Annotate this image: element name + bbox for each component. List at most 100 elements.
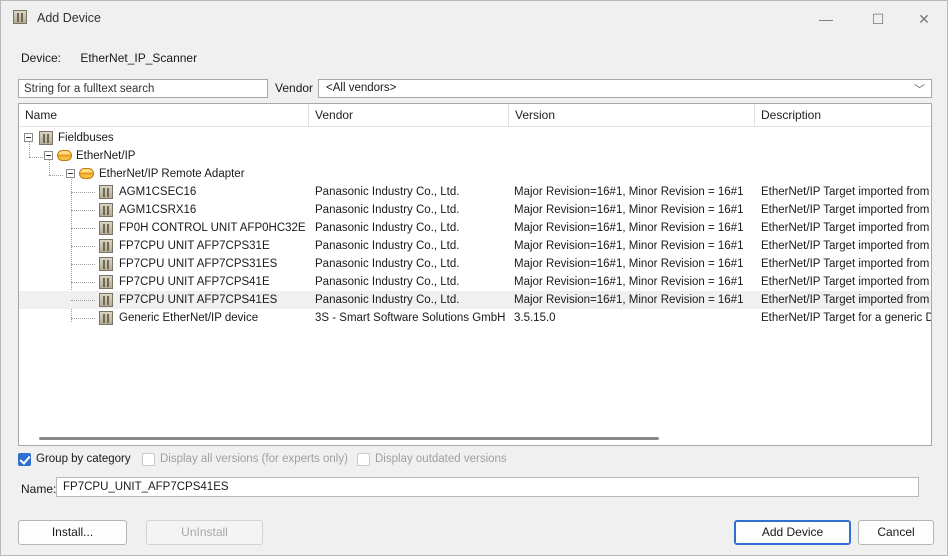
tree-label: EtherNet/IP Remote Adapter — [99, 168, 245, 180]
device-vendor: Panasonic Industry Co., Ltd. — [315, 204, 460, 216]
vendor-selected-value: <All vendors> — [326, 82, 397, 94]
ethernet-ip-icon — [79, 168, 94, 179]
horizontal-scrollbar[interactable] — [39, 437, 659, 440]
tree-line — [71, 228, 95, 229]
device-row[interactable]: FP7CPU UNIT AFP7CPS41E Panasonic Industr… — [19, 273, 932, 291]
add-device-button[interactable]: Add Device — [734, 520, 851, 545]
device-vendor: Panasonic Industry Co., Ltd. — [315, 258, 460, 270]
tree-node-fieldbuses[interactable]: Fieldbuses — [19, 129, 931, 147]
device-version: Major Revision=16#1, Minor Revision = 16… — [514, 204, 744, 216]
group-by-category-checkbox[interactable] — [18, 453, 31, 466]
device-icon — [99, 221, 113, 235]
add-device-dialog: Add Device — ☐ ✕ Device: EtherNet_IP_Sca… — [0, 0, 948, 556]
device-row[interactable]: FP7CPU UNIT AFP7CPS31ES Panasonic Indust… — [19, 255, 932, 273]
device-vendor: 3S - Smart Software Solutions GmbH — [315, 312, 506, 324]
device-row[interactable]: Generic EtherNet/IP device 3S - Smart So… — [19, 309, 932, 327]
device-version: 3.5.15.0 — [514, 312, 556, 324]
display-outdated-label[interactable]: Display outdated versions — [375, 453, 507, 465]
device-version: Major Revision=16#1, Minor Revision = 16… — [514, 186, 744, 198]
display-all-versions-label[interactable]: Display all versions (for experts only) — [160, 453, 348, 465]
collapse-icon[interactable] — [66, 169, 75, 178]
device-vendor: Panasonic Industry Co., Ltd. — [315, 276, 460, 288]
device-description: EtherNet/IP Target imported from El — [761, 186, 932, 198]
uninstall-button[interactable]: UnInstall — [146, 520, 263, 545]
header-divider — [19, 126, 931, 127]
title-bar: Add Device — ☐ ✕ — [1, 1, 947, 37]
device-version: Major Revision=16#1, Minor Revision = 16… — [514, 294, 744, 306]
device-vendor: Panasonic Industry Co., Ltd. — [315, 240, 460, 252]
device-name: FP7CPU UNIT AFP7CPS41E — [119, 276, 270, 288]
fieldbus-icon — [39, 131, 53, 145]
device-vendor: Panasonic Industry Co., Ltd. — [315, 222, 460, 234]
device-label: Device: — [21, 51, 62, 65]
device-description: EtherNet/IP Target imported from El — [761, 240, 932, 252]
device-name: FP0H CONTROL UNIT AFP0HC32E — [119, 222, 306, 234]
column-header-name[interactable]: Name — [19, 104, 309, 126]
device-name: FP7CPU UNIT AFP7CPS41ES — [119, 294, 278, 306]
device-version: Major Revision=16#1, Minor Revision = 16… — [514, 276, 744, 288]
tree-line — [71, 192, 95, 193]
window-title: Add Device — [37, 11, 101, 25]
display-outdated-checkbox[interactable] — [357, 453, 370, 466]
device-row[interactable]: AGM1CSEC16 Panasonic Industry Co., Ltd. … — [19, 183, 932, 201]
device-row-selected[interactable]: FP7CPU UNIT AFP7CPS41ES Panasonic Indust… — [19, 291, 932, 309]
ethernet-ip-icon — [57, 150, 72, 161]
device-icon — [99, 275, 113, 289]
device-description: EtherNet/IP Target for a generic De — [761, 312, 932, 324]
device-icon — [99, 293, 113, 307]
display-all-versions-checkbox[interactable] — [142, 453, 155, 466]
device-icon — [99, 203, 113, 217]
device-description: EtherNet/IP Target imported from El — [761, 294, 932, 306]
device-vendor: Panasonic Industry Co., Ltd. — [315, 186, 460, 198]
column-header-version[interactable]: Version — [509, 104, 755, 126]
name-label: Name: — [21, 482, 57, 496]
tree-node-ethernet-ip[interactable]: EtherNet/IP — [19, 147, 931, 165]
fulltext-search-input[interactable] — [18, 79, 268, 98]
vendor-label: Vendor — [275, 81, 314, 95]
collapse-icon[interactable] — [44, 151, 53, 160]
tree-node-remote-adapter[interactable]: EtherNet/IP Remote Adapter — [19, 165, 931, 183]
tree-line — [71, 264, 95, 265]
column-header-description[interactable]: Description — [755, 104, 931, 126]
device-version: Major Revision=16#1, Minor Revision = 16… — [514, 240, 744, 252]
tree-line — [71, 210, 95, 211]
device-vendor: Panasonic Industry Co., Ltd. — [315, 294, 460, 306]
column-header-vendor[interactable]: Vendor — [309, 104, 509, 126]
chevron-down-icon: ﹀ — [914, 84, 925, 96]
device-icon — [99, 257, 113, 271]
device-description: EtherNet/IP Target imported from El — [761, 204, 932, 216]
device-name: AGM1CSEC16 — [119, 186, 197, 198]
device-description: EtherNet/IP Target imported from El — [761, 258, 932, 270]
device-info: Device: EtherNet_IP_Scanner — [21, 51, 197, 65]
device-row[interactable]: FP0H CONTROL UNIT AFP0HC32E Panasonic In… — [19, 219, 932, 237]
device-icon — [99, 239, 113, 253]
device-description: EtherNet/IP Target imported from El — [761, 276, 932, 288]
device-name: AGM1CSRX16 — [119, 204, 197, 216]
cancel-button[interactable]: Cancel — [858, 520, 934, 545]
device-name: FP7CPU UNIT AFP7CPS31E — [119, 240, 270, 252]
device-row[interactable]: AGM1CSRX16 Panasonic Industry Co., Ltd. … — [19, 201, 932, 219]
tree-line — [71, 318, 95, 319]
tree-line — [71, 300, 95, 301]
tree-line — [71, 282, 95, 283]
device-name: FP7CPU UNIT AFP7CPS31ES — [119, 258, 278, 270]
tree-label: Fieldbuses — [58, 132, 114, 144]
maximize-button[interactable]: ☐ — [855, 7, 901, 31]
device-name-input[interactable]: FP7CPU_UNIT_AFP7CPS41ES — [56, 477, 919, 497]
collapse-icon[interactable] — [24, 133, 33, 142]
minimize-button[interactable]: — — [803, 7, 849, 31]
device-tree[interactable]: Name Vendor Version Description Fieldbus… — [18, 103, 932, 446]
install-button[interactable]: Install... — [18, 520, 127, 545]
vendor-dropdown[interactable]: <All vendors> ﹀ — [318, 79, 932, 98]
close-button[interactable]: ✕ — [901, 7, 947, 31]
device-name: EtherNet_IP_Scanner — [80, 51, 198, 65]
device-icon — [99, 185, 113, 199]
device-version: Major Revision=16#1, Minor Revision = 16… — [514, 222, 744, 234]
device-icon — [99, 311, 113, 325]
device-description: EtherNet/IP Target imported from El — [761, 222, 932, 234]
device-app-icon — [13, 10, 27, 24]
device-row[interactable]: FP7CPU UNIT AFP7CPS31E Panasonic Industr… — [19, 237, 932, 255]
group-by-category-label[interactable]: Group by category — [36, 453, 131, 465]
device-version: Major Revision=16#1, Minor Revision = 16… — [514, 258, 744, 270]
tree-line — [71, 246, 95, 247]
